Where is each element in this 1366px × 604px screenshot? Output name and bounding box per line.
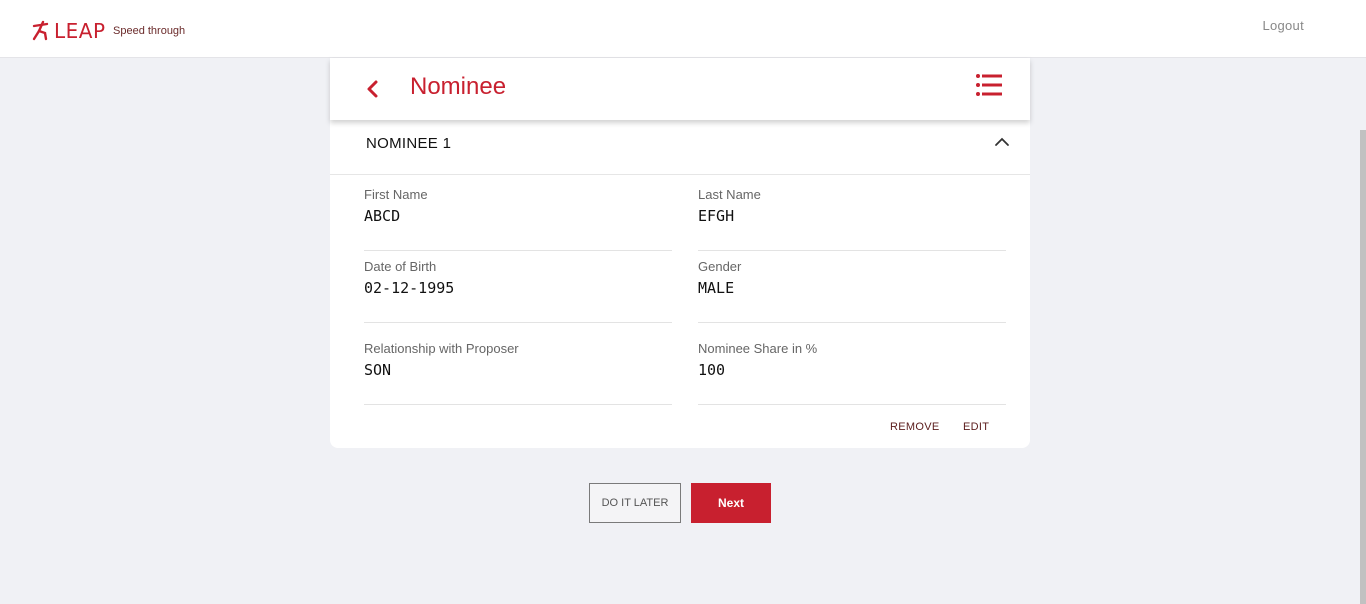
do-it-later-button[interactable]: DO IT LATER [589, 483, 681, 523]
edit-button[interactable]: EDIT [963, 421, 989, 433]
field-label: Nominee Share in % [698, 341, 818, 356]
field-value: 100 [698, 361, 726, 379]
logo-text: LEAP [54, 19, 106, 43]
field-value: EFGH [698, 207, 735, 225]
relationship-field[interactable]: Relationship with Proposer SON [364, 341, 672, 405]
field-label: First Name [364, 187, 428, 202]
next-button[interactable]: Next [691, 483, 771, 523]
field-value: MALE [698, 279, 735, 297]
top-bar: LEAP Speed through Logout [0, 0, 1366, 58]
logo[interactable]: LEAP [32, 20, 106, 42]
tagline: Speed through [113, 25, 186, 37]
runner-icon [32, 20, 49, 41]
chevron-left-icon[interactable] [364, 78, 382, 100]
first-name-field[interactable]: First Name ABCD [364, 187, 672, 251]
field-label: Relationship with Proposer [364, 341, 519, 356]
field-label: Last Name [698, 187, 761, 202]
page-title: Nominee [410, 73, 507, 100]
field-label: Date of Birth [364, 259, 437, 274]
field-label: Gender [698, 259, 742, 274]
nominee-section-header[interactable]: NOMINEE 1 [330, 120, 1030, 175]
logout-link[interactable]: Logout [1262, 18, 1304, 33]
remove-button[interactable]: REMOVE [890, 421, 939, 433]
date-of-birth-field[interactable]: Date of Birth 02-12-1995 [364, 259, 672, 323]
section-title: NOMINEE 1 [366, 135, 452, 152]
nominee-share-field[interactable]: Nominee Share in % 100 [698, 341, 1006, 405]
field-value: SON [364, 361, 392, 379]
field-value: ABCD [364, 207, 401, 225]
gender-field[interactable]: Gender MALE [698, 259, 1006, 323]
chevron-up-icon[interactable] [994, 136, 1010, 148]
field-value: 02-12-1995 [364, 279, 455, 297]
scrollbar-thumb[interactable] [1360, 130, 1366, 604]
last-name-field[interactable]: Last Name EFGH [698, 187, 1006, 251]
list-icon[interactable] [976, 73, 1004, 97]
nominee-card: NOMINEE 1 First Name ABCD Last Name EFGH… [330, 120, 1030, 448]
page-header: Nominee [330, 58, 1030, 120]
